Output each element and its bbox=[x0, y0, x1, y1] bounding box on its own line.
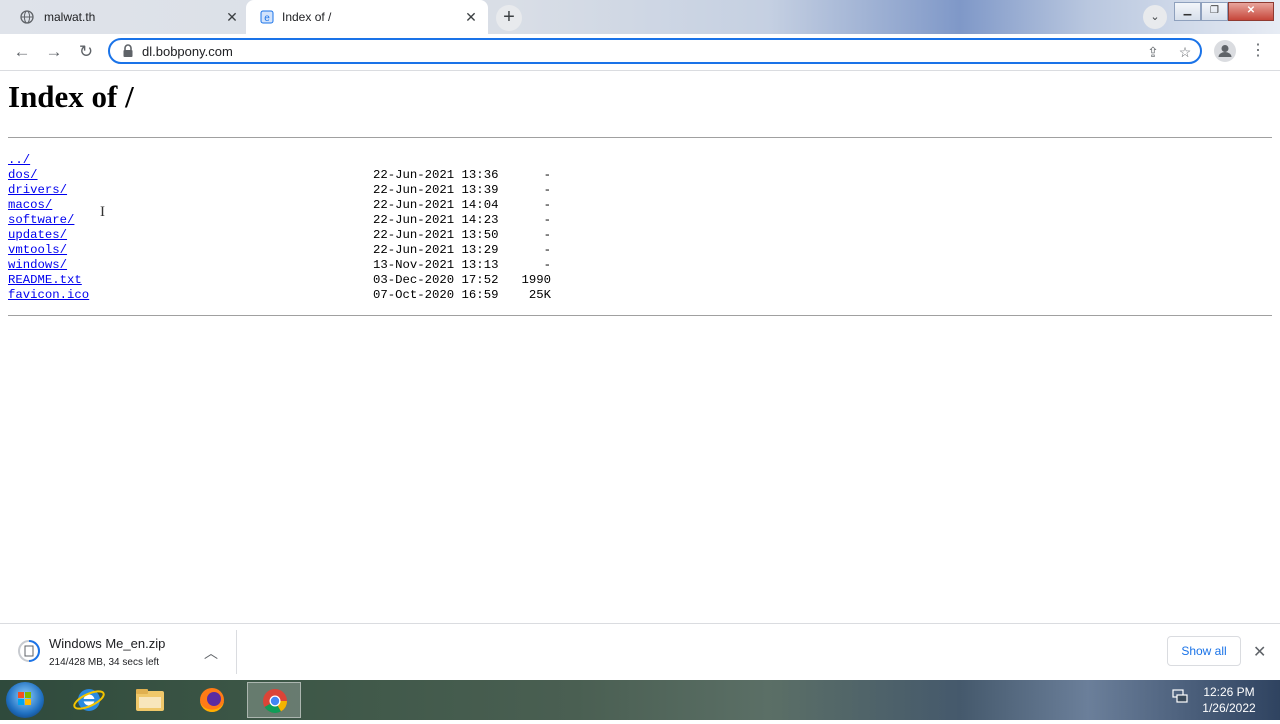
divider bbox=[8, 315, 1272, 316]
file-link[interactable]: software/ bbox=[8, 213, 74, 228]
restore-button[interactable]: ❐ bbox=[1201, 2, 1228, 21]
firefox-icon[interactable] bbox=[185, 682, 239, 718]
windows-logo-icon bbox=[18, 692, 31, 705]
tab-strip: malwat.th ✕ e Index of / ✕ + ⌄ ▁ ❐ ✕ bbox=[0, 0, 1280, 34]
file-size: - bbox=[543, 168, 551, 182]
modified-date: 22-Jun-2021 14:04 bbox=[373, 198, 499, 212]
internet-explorer-icon[interactable] bbox=[62, 682, 116, 718]
address-bar[interactable]: dl.bobpony.com ⇪ ☆ bbox=[108, 38, 1202, 64]
file-size: - bbox=[543, 228, 551, 242]
window-close-button[interactable]: ✕ bbox=[1228, 2, 1274, 21]
modified-date: 22-Jun-2021 14:23 bbox=[373, 213, 499, 227]
divider bbox=[236, 630, 237, 674]
chrome-icon[interactable] bbox=[247, 682, 301, 718]
divider bbox=[8, 137, 1272, 138]
globe-icon bbox=[20, 10, 34, 24]
file-size: - bbox=[543, 213, 551, 227]
file-link[interactable]: ../ bbox=[8, 153, 30, 168]
file-link[interactable]: drivers/ bbox=[8, 183, 67, 198]
forward-arrow-icon[interactable]: → bbox=[42, 40, 66, 64]
tab-close-icon[interactable]: ✕ bbox=[463, 9, 479, 25]
file-link[interactable]: windows/ bbox=[8, 258, 67, 273]
file-icon[interactable] bbox=[18, 638, 40, 664]
profile-avatar-icon[interactable] bbox=[1214, 40, 1236, 62]
download-status: 214/428 MB, 34 secs left bbox=[49, 657, 160, 668]
modified-date: 13-Nov-2021 13:13 bbox=[373, 258, 499, 272]
file-link[interactable]: updates/ bbox=[8, 228, 67, 243]
show-all-button[interactable]: Show all bbox=[1167, 636, 1241, 666]
tab-title: Index of / bbox=[282, 10, 332, 24]
file-size: 25K bbox=[528, 288, 551, 302]
file-link[interactable]: README.txt bbox=[8, 273, 82, 288]
file-size: - bbox=[543, 183, 551, 197]
network-tray-icon[interactable] bbox=[1172, 688, 1188, 704]
file-size: 1990 bbox=[521, 273, 551, 287]
windows-taskbar: 12:26 PM 1/26/2022 bbox=[0, 680, 1280, 720]
modified-date: 22-Jun-2021 13:29 bbox=[373, 243, 499, 257]
start-button[interactable] bbox=[6, 682, 44, 718]
reload-icon[interactable]: ↻ bbox=[74, 40, 98, 64]
browser-toolbar: ← → ↻ dl.bobpony.com ⇪ ☆ bbox=[0, 34, 1280, 71]
file-link[interactable]: macos/ bbox=[8, 198, 52, 213]
person-icon bbox=[1218, 45, 1232, 57]
chevron-up-icon[interactable]: ︿ bbox=[204, 643, 218, 663]
share-icon[interactable]: ⇪ bbox=[1144, 43, 1162, 61]
kebab-menu-icon[interactable]: ⋮ bbox=[1250, 42, 1266, 60]
clock-time: 12:26 PM bbox=[1203, 685, 1255, 699]
file-size: - bbox=[543, 243, 551, 257]
clock-date: 1/26/2022 bbox=[1202, 701, 1256, 715]
close-icon[interactable]: ✕ bbox=[1253, 642, 1266, 662]
file-size: - bbox=[543, 198, 551, 212]
file-link[interactable]: dos/ bbox=[8, 168, 38, 183]
new-tab-button[interactable]: + bbox=[496, 5, 522, 31]
tab-title: malwat.th bbox=[44, 10, 96, 24]
modified-date: 22-Jun-2021 13:36 bbox=[373, 168, 499, 182]
folder-icon[interactable] bbox=[123, 682, 177, 718]
tab-close-icon[interactable]: ✕ bbox=[224, 9, 240, 25]
tab-index-of[interactable]: e Index of / ✕ bbox=[246, 0, 488, 34]
page-favicon-icon: e bbox=[260, 10, 274, 24]
minimize-button[interactable]: ▁ bbox=[1174, 2, 1201, 21]
svg-text:e: e bbox=[264, 13, 270, 24]
window-controls: ▁ ❐ ✕ bbox=[1174, 2, 1274, 21]
modified-date: 03-Dec-2020 17:52 bbox=[373, 273, 499, 287]
tab-search-chevron-icon[interactable]: ⌄ bbox=[1143, 5, 1167, 29]
back-arrow-icon[interactable]: ← bbox=[10, 40, 34, 64]
download-bar: Windows Me_en.zip 214/428 MB, 34 secs le… bbox=[0, 623, 1280, 681]
bookmark-star-icon[interactable]: ☆ bbox=[1176, 43, 1194, 61]
file-link[interactable]: vmtools/ bbox=[8, 243, 67, 258]
system-clock[interactable]: 12:26 PM 1/26/2022 bbox=[1196, 684, 1262, 716]
lock-icon[interactable] bbox=[122, 44, 134, 58]
file-link[interactable]: favicon.ico bbox=[8, 288, 89, 303]
tab-malwat[interactable]: malwat.th ✕ bbox=[0, 0, 246, 34]
modified-date: 22-Jun-2021 13:39 bbox=[373, 183, 499, 197]
download-filename[interactable]: Windows Me_en.zip bbox=[49, 636, 165, 651]
text-cursor-icon: I bbox=[100, 204, 105, 220]
url-text[interactable]: dl.bobpony.com bbox=[142, 44, 233, 59]
page-content: Index of / ../dos/22-Jun-2021 13:36 - driv… bbox=[0, 71, 1280, 623]
modified-date: 22-Jun-2021 13:50 bbox=[373, 228, 499, 242]
modified-date: 07-Oct-2020 16:59 bbox=[373, 288, 499, 302]
file-size: - bbox=[543, 258, 551, 272]
page-title: Index of / bbox=[8, 79, 134, 114]
